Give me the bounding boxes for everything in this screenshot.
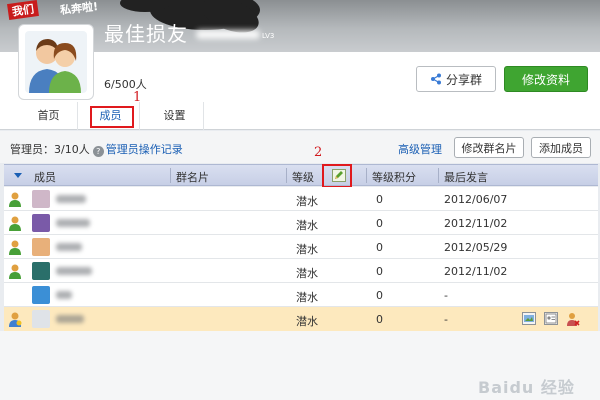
member-last-post: 2012/06/07 (444, 193, 508, 206)
share-group-label: 分享群 (445, 72, 482, 87)
profile-card-icon[interactable] (544, 312, 558, 325)
admin-info: 管理员：3/10人? 管理员操作记录 (10, 141, 183, 157)
admin-user-icon (9, 240, 21, 255)
add-member-button[interactable]: 添加成员 (531, 137, 591, 158)
member-last-post: 2012/05/29 (444, 241, 508, 254)
table-row-selected[interactable]: 潜水 0 - (4, 307, 598, 333)
header-card[interactable]: 群名片 (176, 169, 209, 185)
header-points[interactable]: 等级积分 (372, 169, 416, 185)
group-level-badge: LV3 (262, 32, 275, 40)
step1-highlight (90, 106, 134, 128)
table-row[interactable]: 潜水 0 2012/05/29 (4, 235, 598, 259)
member-level: 潜水 (296, 195, 318, 208)
sort-down-icon[interactable] (14, 173, 22, 178)
admin-user-icon (9, 192, 21, 207)
group-name: 最佳损友 (104, 22, 188, 46)
header-divider (286, 168, 287, 183)
admin-count: 管理员：3/10人 (10, 143, 90, 156)
baidu-watermark: Baidu 经验 (478, 378, 575, 397)
redacted-nickname (56, 315, 84, 323)
step1-label: 1 (133, 90, 142, 105)
step2-highlight (322, 164, 352, 188)
header-level[interactable]: 等级 (292, 169, 314, 185)
member-last-post: - (444, 289, 448, 302)
edit-card-button[interactable]: 修改群名片 (454, 137, 524, 158)
admin-log-link[interactable]: 管理员操作记录 (106, 143, 183, 156)
header-last-post[interactable]: 最后发言 (444, 169, 488, 185)
member-last-post: 2012/11/02 (444, 265, 508, 278)
table-row[interactable]: 潜水 0 2012/06/07 (4, 187, 598, 211)
owner-user-icon (9, 312, 22, 327)
table-row[interactable]: 潜水 0 2012/11/02 (4, 211, 598, 235)
members-toolbar: 管理员：3/10人? 管理员操作记录 高级管理 修改群名片 添加成员 (0, 131, 600, 163)
admin-user-icon (9, 264, 21, 279)
redacted-nickname (56, 291, 72, 299)
remove-member-icon[interactable] (566, 312, 580, 326)
avatar[interactable] (32, 262, 50, 280)
table-row[interactable]: 潜水 0 2012/11/02 (4, 259, 598, 283)
share-icon (430, 73, 441, 85)
header-divider (438, 168, 439, 183)
admin-user-icon (9, 216, 21, 231)
group-profile: 6/500人 分享群 修改资料 (0, 24, 600, 102)
member-level: 潜水 (296, 315, 318, 328)
avatar[interactable] (32, 310, 50, 328)
redacted-nickname (56, 243, 82, 251)
redacted-group-id (196, 30, 260, 39)
member-level: 潜水 (296, 219, 318, 232)
avatar[interactable] (32, 214, 50, 232)
help-icon[interactable]: ? (92, 146, 104, 157)
member-points: 0 (376, 265, 383, 278)
redacted-nickname (56, 219, 90, 227)
tab-home[interactable]: 首页 (20, 102, 78, 130)
step2-label: 2 (314, 145, 323, 160)
group-avatar (18, 24, 94, 100)
header-divider (366, 168, 367, 183)
member-points: 0 (376, 217, 383, 230)
member-last-post: 2012/11/02 (444, 217, 508, 230)
members-table-header: 成员 群名片 等级 等级积分 最后发言 (4, 164, 598, 186)
avatar[interactable] (32, 286, 50, 304)
member-level: 潜水 (296, 291, 318, 304)
avatar[interactable] (32, 238, 50, 256)
tab-settings[interactable]: 设置 (146, 102, 204, 130)
edit-card-icon[interactable] (522, 312, 536, 325)
share-group-button[interactable]: 分享群 (416, 66, 496, 92)
redacted-nickname (56, 195, 86, 203)
member-points: 0 (376, 241, 383, 254)
member-points: 0 (376, 313, 383, 326)
redacted-nickname (56, 267, 92, 275)
member-points: 0 (376, 193, 383, 206)
edit-profile-button[interactable]: 修改资料 (504, 66, 588, 92)
member-last-post: - (444, 313, 448, 326)
header-member[interactable]: 成员 (34, 169, 56, 185)
group-avatar-icon (29, 39, 81, 93)
table-row[interactable]: 潜水 0 - (4, 283, 598, 307)
member-points: 0 (376, 289, 383, 302)
member-level: 潜水 (296, 267, 318, 280)
member-level: 潜水 (296, 243, 318, 256)
avatar[interactable] (32, 190, 50, 208)
header-divider (170, 168, 171, 183)
advanced-manage-link[interactable]: 高级管理 (398, 141, 442, 157)
